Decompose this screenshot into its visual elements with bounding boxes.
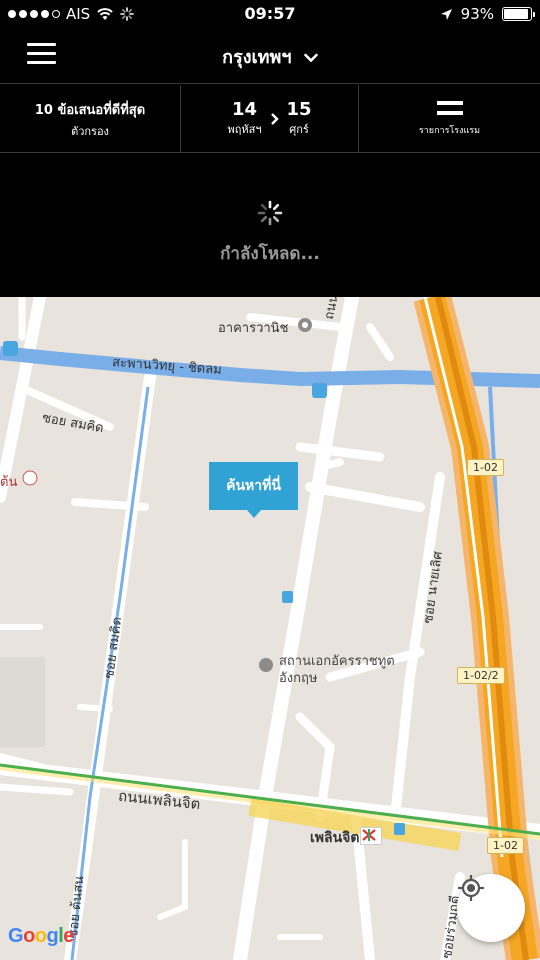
- checkin-date: 14 พฤหัสฯ: [227, 100, 261, 138]
- battery-percent: 93%: [460, 5, 494, 23]
- checkout-date: 15 ศุกร์: [287, 100, 312, 138]
- search-here-button[interactable]: ค้นหาที่นี่: [209, 462, 298, 518]
- crosshair-icon: [458, 875, 484, 901]
- map-label-station: เพลินจิต: [310, 830, 360, 846]
- battery-icon: [502, 7, 535, 21]
- map-canvas: [0, 297, 540, 960]
- chevron-right-icon: [270, 113, 279, 125]
- hotel-list-button[interactable]: รายการโรงแรม: [359, 85, 540, 153]
- checkout-weekday: ศุกร์: [289, 123, 309, 136]
- map-view[interactable]: อาคารวานิช สะพานวิทยุ - ชิดลม ซอย สมคิด …: [0, 297, 540, 960]
- loading-spinner-icon: [257, 200, 283, 226]
- city-selector[interactable]: กรุงเทพฯ: [0, 42, 540, 71]
- checkin-day: 14: [231, 99, 257, 120]
- expressway-shield: 1-02: [487, 837, 524, 854]
- bts-station-icon: [360, 827, 382, 845]
- loading-panel: กำลังโหลด...: [0, 154, 540, 297]
- embassy-name-line1: สถานเอกอัครราชทูต: [279, 654, 395, 669]
- hotel-list-label: รายการโรงแรม: [418, 126, 481, 136]
- map-label-building: อาคารวานิช: [218, 321, 289, 336]
- filter-button[interactable]: 10 ข้อเสนอที่ดีที่สุด ตัวกรอง: [0, 85, 181, 153]
- location-arrow-icon: [440, 8, 452, 20]
- checkout-day: 15: [286, 99, 312, 120]
- embassy-name-line2: อังกฤษ: [279, 671, 318, 686]
- chevron-down-icon: [304, 53, 318, 63]
- my-location-button[interactable]: [457, 874, 525, 942]
- expressway-shield: 1-02/2: [457, 667, 505, 684]
- status-bar: AIS 09:57 93%: [0, 0, 540, 28]
- checkin-weekday: พฤหัสฯ: [227, 123, 262, 136]
- app-header: กรุงเทพฯ: [0, 28, 540, 84]
- best-offers-label: 10 ข้อเสนอที่ดีที่สุด: [34, 102, 146, 118]
- search-here-label: ค้นหาที่นี่: [226, 478, 281, 494]
- loading-text: กำลังโหลด...: [220, 244, 320, 264]
- map-label-embassy: สถานเอกอัครราชทูต อังกฤษ: [279, 653, 395, 687]
- google-logo: Google: [8, 925, 74, 947]
- expressway-shield: 1-02: [467, 459, 504, 476]
- date-selector[interactable]: 14 พฤหัสฯ 15 ศุกร์: [181, 85, 359, 153]
- map-label-hospital: ต้น: [0, 475, 18, 490]
- list-icon: [436, 101, 463, 115]
- city-name: กรุงเทพฯ: [222, 47, 292, 68]
- filter-label: ตัวกรอง: [71, 124, 109, 138]
- filter-bar: 10 ข้อเสนอที่ดีที่สุด ตัวกรอง 14 พฤหัสฯ …: [0, 85, 540, 153]
